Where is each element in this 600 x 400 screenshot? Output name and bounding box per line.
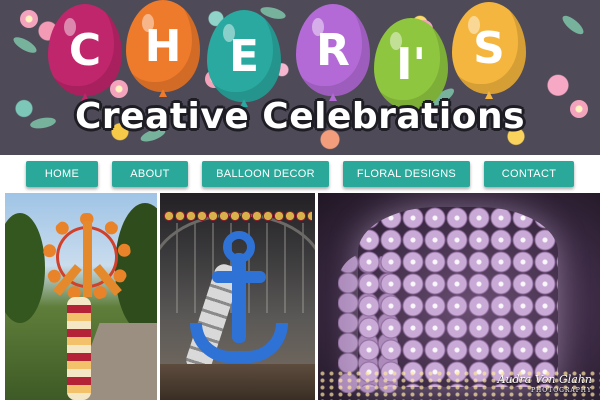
balloon-highlight	[142, 14, 154, 32]
nav-home-button[interactable]: HOME	[26, 161, 98, 187]
balloon-highlight	[312, 18, 324, 36]
anchor-crossbar	[212, 271, 266, 283]
balloon-highlight	[390, 32, 402, 50]
photo-gallery: Audra Von Glahn PHOTOGRAPHY	[0, 193, 600, 400]
brand-title: Creative Celebrations	[74, 96, 526, 137]
logo-balloon-letter: H	[126, 0, 200, 92]
nav-balloon-decor-button[interactable]: BALLOON DECOR	[202, 161, 329, 187]
watermark-sub: PHOTOGRAPHY	[531, 387, 592, 394]
balloon-highlight	[468, 16, 480, 34]
logo-balloon-letter: S	[452, 2, 526, 94]
logo-balloon-letter: E	[207, 10, 281, 102]
tree-shape	[5, 213, 45, 323]
anchor-balloon-photo[interactable]	[160, 193, 315, 400]
watermark-name: Audra Von Glahn	[497, 373, 592, 386]
nav-about-button[interactable]: ABOUT	[112, 161, 188, 187]
balloon-wall	[358, 207, 558, 387]
peace-sign-bar	[83, 221, 92, 297]
balloon-wall-photo[interactable]: Audra Von Glahn PHOTOGRAPHY	[318, 193, 600, 400]
nav-floral-designs-button[interactable]: FLORAL DESIGNS	[343, 161, 470, 187]
logo-balloon-letter: R	[296, 4, 370, 96]
photographer-watermark: Audra Von Glahn PHOTOGRAPHY	[497, 374, 592, 396]
balloon-highlight	[223, 24, 235, 42]
hall-floor	[160, 364, 315, 400]
nav-contact-button[interactable]: CONTACT	[484, 161, 574, 187]
logo-balloon-letter: C	[48, 4, 122, 96]
balloon-highlight	[64, 18, 76, 36]
leaf-decoration	[11, 34, 39, 56]
flower-decoration	[20, 10, 38, 28]
balloon-garland	[164, 211, 312, 221]
balloon-column	[67, 297, 91, 400]
main-navigation: HOME ABOUT BALLOON DECOR FLORAL DESIGNS …	[0, 155, 600, 193]
peace-sign-balloon-photo[interactable]	[5, 193, 157, 400]
leaf-decoration	[559, 12, 587, 38]
header-banner: C H E R I' S Creative Celebrations	[0, 0, 600, 155]
